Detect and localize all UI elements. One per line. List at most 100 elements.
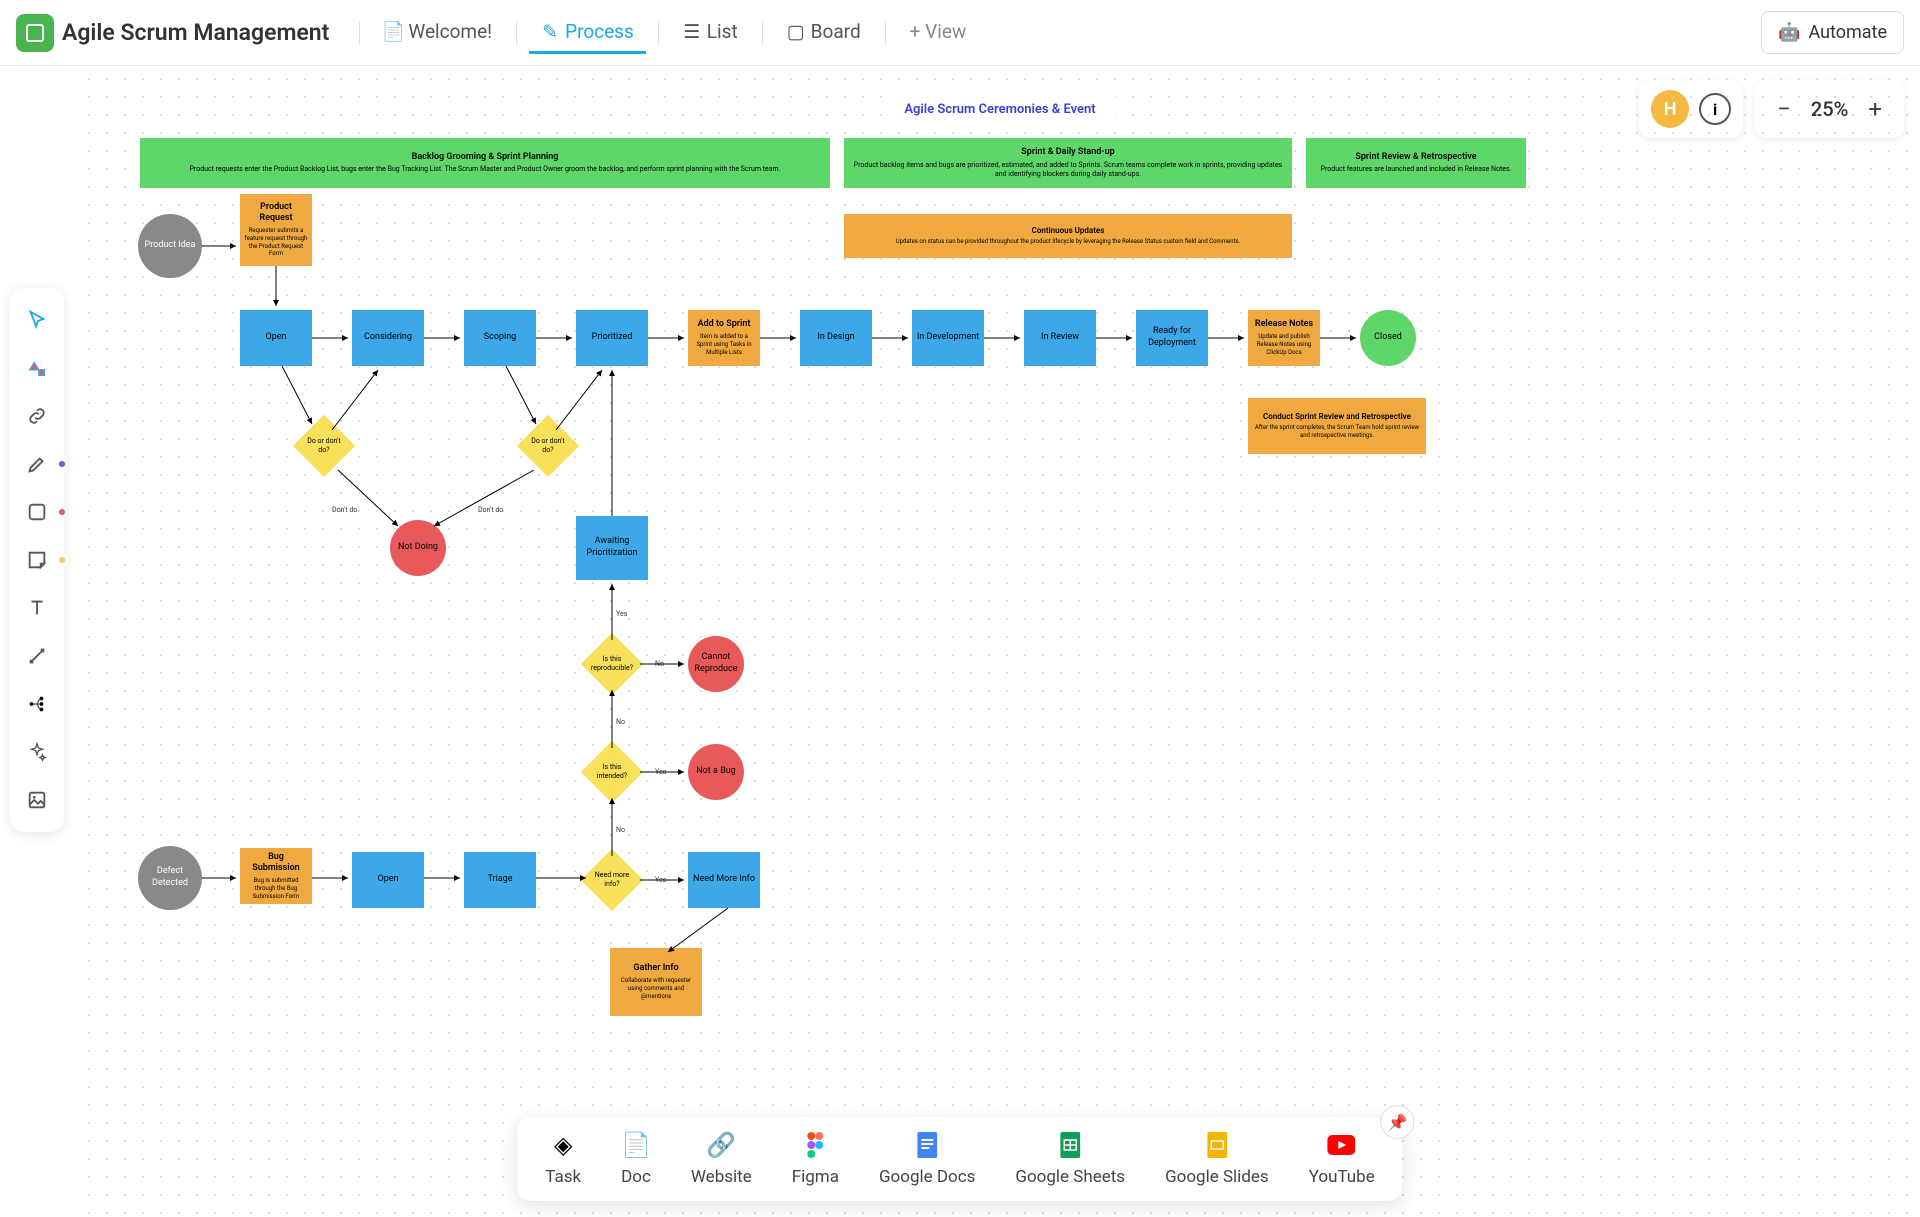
node-add-sprint[interactable]: Add to Sprint Item is added to a Sprint … <box>688 310 760 366</box>
ai-tool[interactable] <box>15 730 59 774</box>
automate-button[interactable]: 🤖 Automate <box>1761 11 1904 54</box>
insert-website[interactable]: 🔗Website <box>691 1131 752 1187</box>
node-title: Gather Info <box>633 963 678 975</box>
node-label: Need more info? <box>594 871 630 889</box>
item-label: YouTube <box>1309 1167 1375 1187</box>
arrow-label: Don't do <box>478 506 503 514</box>
mindmap-tool[interactable] <box>15 682 59 726</box>
node-in-dev[interactable]: In Development <box>912 310 984 366</box>
node-need-more[interactable]: Need more info? <box>581 849 643 911</box>
node-closed[interactable]: Closed <box>1360 310 1416 366</box>
node-title: Conduct Sprint Review and Retrospective <box>1263 412 1411 422</box>
node-subtitle: Updates on status can be provided throug… <box>896 238 1240 246</box>
phase-review[interactable]: Sprint Review & Retrospective Product fe… <box>1306 138 1526 188</box>
insert-task[interactable]: ◈Task <box>545 1131 581 1187</box>
arrow-label: Don't do <box>332 506 357 514</box>
phase-sprint[interactable]: Sprint & Daily Stand-up Product backlog … <box>844 138 1292 188</box>
node-label: Do or don't do? <box>530 437 566 455</box>
node-release-notes[interactable]: Release Notes Update and publish Release… <box>1248 310 1320 366</box>
sticky-note-tool[interactable] <box>15 538 59 582</box>
item-label: Google Docs <box>879 1167 975 1187</box>
node-subtitle: Requester submits a feature request thro… <box>244 227 308 258</box>
task-icon: ◈ <box>549 1131 577 1159</box>
node-label: Is this reproducible? <box>591 655 633 673</box>
insert-gsheets[interactable]: Google Sheets <box>1015 1131 1125 1187</box>
node-gather[interactable]: Gather Info Collaborate with requester u… <box>610 948 702 1016</box>
insert-doc[interactable]: 📄Doc <box>621 1131 651 1187</box>
node-open-2[interactable]: Open <box>352 852 424 908</box>
node-prioritized[interactable]: Prioritized <box>576 310 648 366</box>
node-title: Bug Submission <box>244 852 308 875</box>
image-tool[interactable] <box>15 778 59 822</box>
tab-label: Process <box>565 20 634 43</box>
app-icon[interactable] <box>16 14 54 52</box>
node-intended[interactable]: Is this intended? <box>581 741 643 803</box>
board-icon: ▢ <box>787 22 805 40</box>
phase-backlog[interactable]: Backlog Grooming & Sprint Planning Produ… <box>140 138 830 188</box>
tab-label: List <box>707 20 738 43</box>
arrow-label: No <box>616 718 625 726</box>
node-not-bug[interactable]: Not a Bug <box>688 744 744 800</box>
separator <box>359 21 360 45</box>
arrow-label: No <box>655 660 664 668</box>
node-title: Add to Sprint <box>698 319 751 331</box>
tab-label: Board <box>811 20 861 43</box>
node-in-design[interactable]: In Design <box>800 310 872 366</box>
separator <box>658 21 659 45</box>
node-awaiting[interactable]: Awaiting Prioritization <box>576 516 648 580</box>
rectangle-tool[interactable] <box>15 490 59 534</box>
node-scoping[interactable]: Scoping <box>464 310 536 366</box>
arrow-label: Yes <box>616 610 627 618</box>
node-label: Is this intended? <box>594 763 630 781</box>
node-retro[interactable]: Conduct Sprint Review and Retrospective … <box>1248 398 1426 454</box>
node-considering[interactable]: Considering <box>352 310 424 366</box>
arrow-label: Yes <box>655 876 666 884</box>
node-ready-deploy[interactable]: Ready for Deployment <box>1136 310 1208 366</box>
add-view-button[interactable]: + View <box>898 12 979 54</box>
text-tool[interactable] <box>15 586 59 630</box>
shapes-tool[interactable] <box>15 346 59 390</box>
phase-title: Sprint & Daily Stand-up <box>1021 147 1114 159</box>
node-do-dont-2[interactable]: Do or don't do? <box>517 415 579 477</box>
tab-list[interactable]: ☰ List <box>671 12 750 54</box>
insert-gdocs[interactable]: Google Docs <box>879 1131 975 1187</box>
node-cannot-repro[interactable]: Cannot Reproduce <box>688 636 744 692</box>
insert-youtube[interactable]: YouTube <box>1309 1131 1375 1187</box>
node-subtitle: Update and publish Release Notes using C… <box>1252 333 1316 356</box>
gslides-icon <box>1203 1131 1231 1159</box>
tab-board[interactable]: ▢ Board <box>775 12 873 54</box>
phase-subtitle: Product backlog items and bugs are prior… <box>848 161 1288 179</box>
continuous-updates[interactable]: Continuous Updates Updates on status can… <box>844 214 1292 258</box>
arrow-label: Yes <box>655 768 666 776</box>
node-defect[interactable]: Defect Detected <box>138 846 202 910</box>
list-icon: ☰ <box>683 22 701 40</box>
separator <box>516 21 517 45</box>
node-reproducible[interactable]: Is this reproducible? <box>581 633 643 695</box>
node-open[interactable]: Open <box>240 310 312 366</box>
node-not-doing[interactable]: Not Doing <box>390 520 446 576</box>
node-product-idea[interactable]: Product Idea <box>138 214 202 278</box>
item-label: Google Sheets <box>1015 1167 1125 1187</box>
automate-label: Automate <box>1808 22 1887 43</box>
tab-welcome[interactable]: 📄 Welcome! <box>372 12 504 54</box>
node-do-dont-1[interactable]: Do or don't do? <box>293 415 355 477</box>
whiteboard-icon: ✎ <box>541 22 559 40</box>
node-label: Do or don't do? <box>306 437 342 455</box>
node-bug-submission[interactable]: Bug Submission Bug is submitted through … <box>240 848 312 904</box>
insert-figma[interactable]: Figma <box>792 1131 839 1187</box>
insert-gslides[interactable]: Google Slides <box>1165 1131 1269 1187</box>
node-in-review[interactable]: In Review <box>1024 310 1096 366</box>
select-tool[interactable] <box>15 298 59 342</box>
link-tool[interactable] <box>15 394 59 438</box>
gdocs-icon <box>913 1131 941 1159</box>
node-product-request[interactable]: Product Request Requester submits a feat… <box>240 194 312 266</box>
add-view-label: + View <box>910 20 967 43</box>
pen-tool[interactable] <box>15 442 59 486</box>
tab-process[interactable]: ✎ Process <box>529 12 646 54</box>
connector-tool[interactable] <box>15 634 59 678</box>
node-need-more-info[interactable]: Need More Info <box>688 852 760 908</box>
top-bar: Agile Scrum Management 📄 Welcome! ✎ Proc… <box>0 0 1920 66</box>
phase-subtitle: Product requests enter the Product Backl… <box>189 165 780 174</box>
node-triage[interactable]: Triage <box>464 852 536 908</box>
whiteboard-canvas[interactable]: Agile Scrum Ceremonies & Event Backlog G… <box>80 70 1920 1217</box>
